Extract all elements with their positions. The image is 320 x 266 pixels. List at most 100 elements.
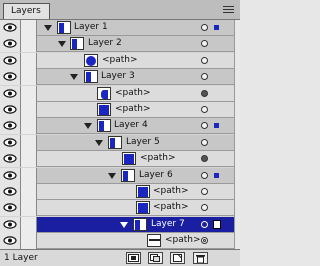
target-indicator-icon[interactable] <box>201 73 208 80</box>
target-indicator-icon[interactable] <box>201 139 208 146</box>
layer-thumbnail <box>84 54 98 67</box>
expand-triangle-icon[interactable] <box>44 25 52 31</box>
visibility-toggle[interactable] <box>0 233 21 249</box>
visibility-toggle[interactable] <box>0 168 21 184</box>
target-indicator-icon[interactable] <box>201 57 208 64</box>
layer-row[interactable]: Layer 4 <box>0 118 234 134</box>
eye-icon <box>3 121 17 130</box>
lock-toggle[interactable] <box>21 20 37 36</box>
expand-triangle-icon[interactable] <box>70 74 78 80</box>
expand-triangle-icon[interactable] <box>108 173 116 179</box>
visibility-toggle[interactable] <box>0 151 21 167</box>
visibility-toggle[interactable] <box>0 102 21 118</box>
eye-icon <box>3 39 17 48</box>
layer-row[interactable]: Layer 2 <box>0 36 234 52</box>
panel-menu-icon[interactable] <box>222 4 235 15</box>
new-layer-button[interactable] <box>170 252 185 264</box>
path-row[interactable]: <path> <box>0 102 234 118</box>
visibility-toggle[interactable] <box>0 36 21 52</box>
target-indicator-icon[interactable] <box>201 221 208 228</box>
make-clipping-mask-button[interactable] <box>126 252 141 264</box>
path-row[interactable]: <path> <box>0 200 234 216</box>
eye-icon <box>3 138 17 147</box>
path-name: <path> <box>140 153 176 163</box>
path-name: <path> <box>165 235 201 245</box>
path-row[interactable]: <path> <box>0 53 234 69</box>
delete-layer-button[interactable] <box>193 252 208 264</box>
lock-toggle[interactable] <box>21 118 37 134</box>
layer-count: 1 Layer <box>4 253 38 263</box>
lock-toggle[interactable] <box>21 200 37 216</box>
expand-triangle-icon[interactable] <box>84 123 92 129</box>
lock-toggle[interactable] <box>21 86 37 102</box>
lock-toggle[interactable] <box>21 135 37 151</box>
selection-indicator[interactable] <box>214 173 219 178</box>
path-row[interactable]: <path> <box>0 151 234 167</box>
expand-triangle-icon[interactable] <box>95 140 103 146</box>
layer-row[interactable]: Layer 5 <box>0 135 234 151</box>
selection-indicator[interactable] <box>214 123 219 128</box>
layer-name: Layer 6 <box>139 170 173 180</box>
target-indicator-icon[interactable] <box>201 172 208 179</box>
target-indicator-icon[interactable] <box>201 40 208 47</box>
selection-indicator[interactable] <box>213 220 221 229</box>
layer-row[interactable]: Layer 6 <box>0 168 234 184</box>
layer-name: Layer 5 <box>126 137 160 147</box>
target-indicator-icon[interactable] <box>201 122 208 129</box>
lock-toggle[interactable] <box>21 36 37 52</box>
panel-tab-bar: Layers <box>0 0 240 20</box>
layer-name: Layer 1 <box>74 22 108 32</box>
layers-panel: Layers Layer 1 Layer 2 <path> Layer 3 <path>… <box>0 0 240 266</box>
tab-layers[interactable]: Layers <box>3 3 50 19</box>
visibility-toggle[interactable] <box>0 20 21 36</box>
visibility-toggle[interactable] <box>0 200 21 216</box>
layer-row[interactable]: Layer 3 <box>0 69 234 85</box>
layer-row[interactable]: Layer 1 <box>0 20 234 36</box>
path-row[interactable]: <path> <box>0 184 234 200</box>
visibility-toggle[interactable] <box>0 217 21 233</box>
lock-toggle[interactable] <box>21 69 37 85</box>
path-name: <path> <box>153 202 189 212</box>
visibility-toggle[interactable] <box>0 69 21 85</box>
target-indicator-icon[interactable] <box>201 204 208 211</box>
visibility-toggle[interactable] <box>0 86 21 102</box>
target-indicator-icon[interactable] <box>201 90 208 97</box>
path-name: <path> <box>115 88 151 98</box>
visibility-toggle[interactable] <box>0 184 21 200</box>
lock-toggle[interactable] <box>21 151 37 167</box>
path-name: <path> <box>115 104 151 114</box>
expand-triangle-icon[interactable] <box>120 222 128 228</box>
eye-icon <box>3 236 17 245</box>
target-indicator-icon[interactable] <box>201 188 208 195</box>
selection-indicator[interactable] <box>214 25 219 30</box>
eye-icon <box>3 203 17 212</box>
new-sublayer-button[interactable] <box>148 252 163 264</box>
expand-triangle-icon[interactable] <box>58 41 66 47</box>
lock-toggle[interactable] <box>21 53 37 69</box>
layer-name: Layer 7 <box>151 219 185 229</box>
status-bar: 1 Layer <box>0 249 240 266</box>
visibility-toggle[interactable] <box>0 135 21 151</box>
target-indicator-icon[interactable] <box>201 155 208 162</box>
path-row[interactable]: <path> <box>0 233 234 249</box>
layer-thumbnail <box>136 185 150 198</box>
lock-toggle[interactable] <box>21 217 37 233</box>
layer-row[interactable]: Layer 7 <box>0 217 234 233</box>
new-layer-icon <box>173 254 182 262</box>
scrollbar[interactable] <box>234 20 240 249</box>
lock-toggle[interactable] <box>21 233 37 249</box>
eye-icon <box>3 220 17 229</box>
tab-layers-label: Layers <box>11 6 41 16</box>
eye-icon <box>3 154 17 163</box>
lock-toggle[interactable] <box>21 184 37 200</box>
target-indicator-icon[interactable] <box>201 24 208 31</box>
target-indicator-icon[interactable] <box>201 237 208 244</box>
path-name: <path> <box>102 55 138 65</box>
target-indicator-icon[interactable] <box>201 106 208 113</box>
path-row[interactable]: <path> <box>0 86 234 102</box>
lock-toggle[interactable] <box>21 102 37 118</box>
layer-thumbnail <box>147 234 161 247</box>
visibility-toggle[interactable] <box>0 118 21 134</box>
visibility-toggle[interactable] <box>0 53 21 69</box>
lock-toggle[interactable] <box>21 168 37 184</box>
